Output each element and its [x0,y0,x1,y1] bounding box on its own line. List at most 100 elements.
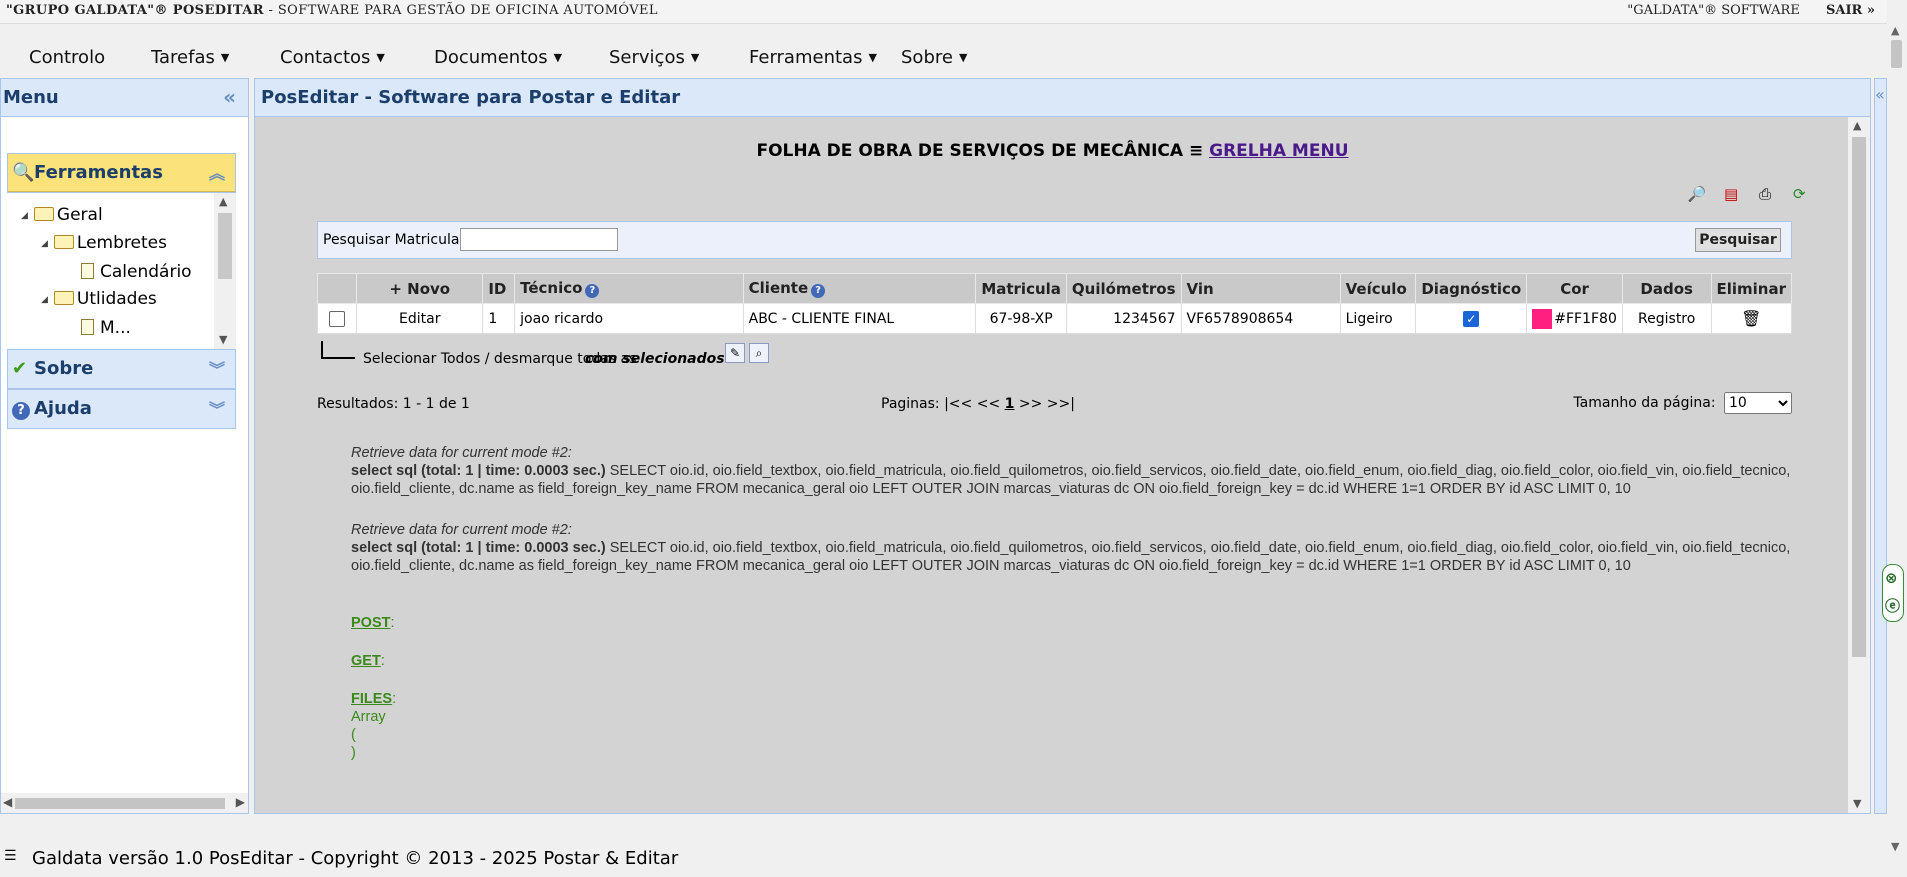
header-quilometros[interactable]: Quilómetros [1065,273,1182,304]
help-icon: ? [12,398,32,420]
main-scrollbar[interactable]: ▲ ▼ [1848,117,1870,813]
collapse-left-icon[interactable]: « [223,85,236,109]
current-page[interactable]: 1 [1005,396,1015,412]
tree-node-geral[interactable]: ◢ Geral [21,205,103,225]
scroll-down-icon[interactable]: ▼ [1853,797,1861,810]
cell-id: 1 [482,303,516,334]
extension-badge[interactable]: ⊗ ⓔ [1882,564,1904,622]
header-tecnico[interactable]: Técnico? [514,273,744,304]
help-icon[interactable]: ? [585,284,600,298]
expand-triangle-icon[interactable]: ◢ [41,239,48,249]
header-matricula[interactable]: Matricula [975,273,1067,304]
tree-node-calendario[interactable]: Calendário [81,261,192,282]
checkmark-icon: ✔ [12,358,28,379]
page-size-select[interactable]: 10 [1724,392,1792,414]
chevron-double-down-icon[interactable]: ︾ [209,356,225,380]
main-panel: PosEditar - Software para Postar e Edita… [254,78,1871,814]
header-eliminar: Eliminar [1710,273,1792,304]
grid-menu-link[interactable]: GRELHA MENU [1209,141,1348,161]
sidebar-horizontal-scrollbar[interactable]: ◀ ▶ [1,793,248,813]
expand-triangle-icon[interactable]: ◢ [41,295,48,305]
edit-link[interactable]: Editar [356,303,484,334]
chevron-double-up-icon[interactable]: ︽ [209,160,225,184]
help-icon[interactable]: ? [811,284,826,298]
pdf-export-icon[interactable]: ▤ [1720,183,1742,205]
search-button[interactable]: Pesquisar [1695,228,1781,252]
logout-link[interactable]: SAIR » [1826,3,1875,18]
chevron-double-down-icon[interactable]: ︾ [209,396,225,420]
expand-triangle-icon[interactable]: ◢ [21,211,28,221]
footer-text: Galdata versão 1.0 PosEditar - Copyright… [32,848,679,869]
caret-down-icon: ▼ [958,51,968,64]
tree-node-partial[interactable]: M... [81,317,131,338]
search-matricula-input[interactable] [460,228,618,251]
header-vin[interactable]: Vin [1180,273,1341,304]
main-scroll-thumb[interactable] [1852,137,1866,657]
vendor-link[interactable]: "GALDATA"® SOFTWARE [1627,3,1800,18]
search-label: Pesquisar Matricula: [323,232,465,248]
menu-contactos[interactable]: Contactos ▼ [280,47,385,68]
section-sobre[interactable]: ✔ Sobre ︾ [7,349,236,389]
scroll-right-icon[interactable]: ▶ [236,795,245,809]
document-icon [81,319,94,335]
menu-tarefas[interactable]: Tarefas ▼ [151,47,229,68]
print-icon[interactable]: ⎙ [1754,183,1776,205]
row-checkbox[interactable] [329,310,346,327]
menu-ferramentas[interactable]: Ferramentas ▼ [749,47,877,68]
section-ajuda[interactable]: ? Ajuda ︾ [7,389,236,429]
diagnostico-checkbox[interactable]: ✓ [1463,310,1480,327]
close-circle-icon[interactable]: ⊗ [1885,569,1898,587]
header-cliente[interactable]: Cliente? [742,273,977,304]
tree-node-utilidades[interactable]: ◢ Utlidades [41,289,157,309]
section-sobre-header[interactable]: ✔ Sobre ︾ [8,350,235,388]
header-id[interactable]: ID [482,273,516,304]
header-dados[interactable]: Dados [1621,273,1712,304]
section-ajuda-header[interactable]: ? Ajuda ︾ [8,390,235,428]
debug-block: Retrieve data for current mode #2: selec… [351,522,1791,574]
sidebar-hscroll-thumb[interactable] [15,798,225,809]
menu-servicos[interactable]: Serviços ▼ [609,47,699,68]
right-collapsed-panel[interactable]: « [1874,78,1887,814]
cell-diagnostico: ✓ [1415,303,1528,334]
section-ferramentas[interactable]: 🔍Ferramentas ︽ [7,153,236,193]
scroll-up-icon[interactable]: ▲ [1853,119,1861,132]
row-select-cell [316,303,358,334]
header-cor[interactable]: Cor [1526,273,1623,304]
registro-link[interactable]: Registro [1621,303,1712,334]
top-bar: "GRUPO GALDATA"® POSEDITAR - SOFTWARE PA… [0,0,1907,24]
window-scroll-thumb[interactable] [1891,40,1902,68]
header-novo[interactable]: + Novo [356,273,484,304]
refresh-icon[interactable]: ⟳ [1788,183,1810,205]
header-diagnostico[interactable]: Diagnóstico [1415,273,1528,304]
menu-sobre[interactable]: Sobre ▼ [901,47,967,68]
section-ferramentas-header[interactable]: 🔍Ferramentas ︽ [8,154,235,192]
scroll-up-icon[interactable]: ▲ [219,195,227,208]
menu-documentos[interactable]: Documentos ▼ [434,47,562,68]
brand-name: "GRUPO GALDATA"® POSEDITAR [6,3,264,18]
tree-scroll-thumb[interactable] [218,213,232,279]
view-selected-icon[interactable]: ⌕ [749,343,769,363]
window-scrollbar[interactable]: ▲ ▼ [1887,0,1907,877]
trash-icon[interactable]: 🗑 [1741,309,1761,328]
scroll-left-icon[interactable]: ◀ [3,795,12,809]
scroll-down-icon[interactable]: ▼ [219,333,227,346]
edit-selected-icon[interactable]: ✎ [725,343,745,363]
caret-down-icon: ▼ [868,51,877,64]
header-veiculo[interactable]: Veículo [1339,273,1417,304]
menu-controlo[interactable]: Controlo [29,47,105,68]
expand-left-icon[interactable]: « [1875,85,1885,104]
scroll-up-icon[interactable]: ▲ [1891,24,1899,37]
sidebar: Menu « 🔍Ferramentas ︽ ◢ Geral ◢ Lembretes … [0,78,249,814]
grid-header-row: + Novo ID Técnico? Cliente? Matricula Qu… [316,273,1792,304]
extension-e-icon[interactable]: ⓔ [1885,595,1900,616]
tree-scrollbar[interactable]: ▲ ▼ [214,193,236,349]
scroll-down-icon[interactable]: ▼ [1891,840,1899,853]
page-nav-first-prev[interactable]: |<< << [944,396,1000,412]
page-nav-next-last[interactable]: >> >>| [1019,396,1075,412]
advanced-search-icon[interactable]: 🔎 [1686,183,1708,205]
main-panel-header: PosEditar - Software para Postar e Edita… [255,79,1870,117]
tree-node-lembretes[interactable]: ◢ Lembretes [41,233,167,253]
cell-cor: #FF1F80 [1526,303,1623,334]
with-selected-label: com selecionados: [585,351,731,367]
delete-cell: 🗑 [1710,303,1792,334]
